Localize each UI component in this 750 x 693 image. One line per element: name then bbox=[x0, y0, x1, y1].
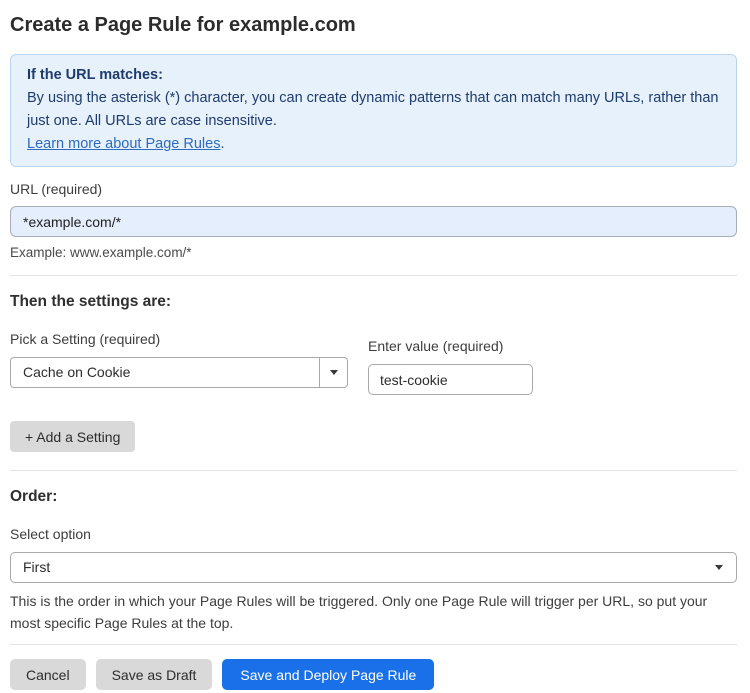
setting-dropdown-value: Cache on Cookie bbox=[23, 364, 131, 380]
cancel-button[interactable]: Cancel bbox=[10, 659, 86, 690]
divider-order-actions bbox=[10, 644, 737, 645]
url-match-info-box: If the URL matches: By using the asteris… bbox=[10, 54, 737, 167]
setting-value-label: Enter value (required) bbox=[368, 338, 504, 354]
save-draft-button[interactable]: Save as Draft bbox=[95, 659, 213, 690]
add-setting-button[interactable]: + Add a Setting bbox=[10, 421, 136, 452]
info-box-link-line: Learn more about Page Rules. bbox=[27, 133, 720, 156]
order-select-value: First bbox=[23, 559, 51, 575]
setting-picker-column: Pick a Setting (required) Cache on Cooki… bbox=[10, 331, 348, 395]
chevron-down-icon bbox=[329, 370, 338, 375]
save-deploy-button[interactable]: Save and Deploy Page Rule bbox=[222, 659, 435, 690]
setting-value-input[interactable] bbox=[368, 364, 533, 395]
url-example-text: Example: www.example.com/* bbox=[10, 245, 192, 260]
setting-dropdown-arrow-button[interactable] bbox=[319, 358, 347, 387]
setting-picker-label: Pick a Setting (required) bbox=[10, 331, 161, 347]
info-box-body: By using the asterisk (*) character, you… bbox=[27, 90, 719, 129]
divider-url-settings bbox=[10, 275, 737, 276]
divider-settings-order bbox=[10, 470, 737, 471]
order-select-label: Select option bbox=[10, 526, 91, 542]
setting-value-column: Enter value (required) bbox=[368, 338, 533, 395]
order-heading: Order: bbox=[10, 488, 58, 505]
page-rule-form: Create a Page Rule for example.com If th… bbox=[0, 12, 750, 690]
link-suffix: . bbox=[220, 136, 225, 152]
url-input[interactable] bbox=[10, 206, 737, 237]
info-box-heading: If the URL matches: bbox=[27, 67, 163, 83]
url-field-label: URL (required) bbox=[10, 181, 103, 197]
setting-dropdown[interactable]: Cache on Cookie bbox=[10, 357, 348, 388]
form-actions: Cancel Save as Draft Save and Deploy Pag… bbox=[10, 659, 737, 690]
settings-heading: Then the settings are: bbox=[10, 293, 172, 310]
order-select[interactable]: First bbox=[10, 552, 737, 583]
learn-more-link[interactable]: Learn more about Page Rules bbox=[27, 136, 220, 152]
page-title: Create a Page Rule for example.com bbox=[10, 14, 356, 36]
chevron-down-icon bbox=[715, 565, 723, 570]
order-help-text: This is the order in which your Page Rul… bbox=[10, 593, 708, 631]
settings-row: Pick a Setting (required) Cache on Cooki… bbox=[10, 331, 737, 395]
